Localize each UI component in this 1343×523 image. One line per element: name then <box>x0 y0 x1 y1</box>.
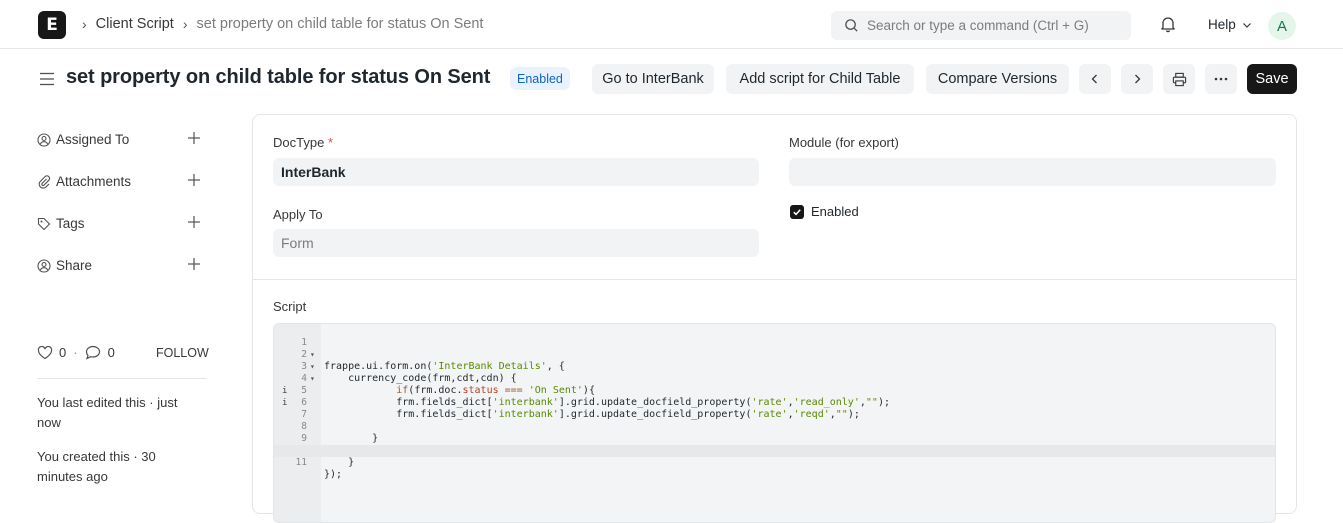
created-text: You created this · 30 minutes ago <box>37 449 156 484</box>
printer-icon <box>1172 72 1186 86</box>
paperclip-icon <box>38 174 51 189</box>
breadcrumb-current[interactable]: set property on child table for status O… <box>197 16 484 32</box>
enabled-label: Enabled <box>811 204 859 219</box>
code-editor[interactable]: 1 2 ▾ frappe.ui.form.on('InterBank Detail… <box>273 323 1276 523</box>
separator-dot: · <box>73 345 78 360</box>
form-card: DocType * InterBank Module (for export) … <box>252 114 1297 523</box>
enabled-checkbox[interactable] <box>790 205 804 219</box>
comment-icon[interactable] <box>85 345 101 360</box>
app-logo[interactable]: E <box>38 11 66 39</box>
chevron-right-icon: › <box>82 16 87 32</box>
sidebar-item-attachments[interactable]: Attachments <box>37 174 207 189</box>
apply-to-label: Apply To <box>273 207 323 222</box>
more-actions-button[interactable] <box>1205 64 1237 94</box>
sidebar-item-assigned-to[interactable]: Assigned To <box>37 132 207 147</box>
code-line: 7 <box>301 409 307 420</box>
previous-doc-button[interactable] <box>1079 64 1111 94</box>
sidebar-item-label: Share <box>56 258 93 273</box>
add-script-child-table-button[interactable]: Add script for Child Table <box>726 64 914 94</box>
chevron-left-icon <box>1091 74 1097 84</box>
sidebar-item-label: Attachments <box>56 174 132 189</box>
assign-icon <box>37 132 51 147</box>
compare-versions-button[interactable]: Compare Versions <box>926 64 1069 94</box>
code-line: 8 } <box>301 421 379 444</box>
help-label: Help <box>1208 17 1236 32</box>
sidebar-toggle-icon[interactable] <box>39 71 55 87</box>
code-line: 10 } <box>296 445 355 468</box>
likes-count: 0 <box>59 345 67 360</box>
page-title: set property on child table for status O… <box>66 66 491 88</box>
doctype-label: DocType * <box>273 135 333 150</box>
code-line: 4 ▾ if(frm.doc.status === 'On Sent'){ <box>301 373 595 396</box>
breadcrumb-client-script[interactable]: Client Script <box>96 16 174 32</box>
avatar[interactable]: A <box>1268 12 1296 40</box>
chevron-right-icon: › <box>182 16 188 32</box>
chevron-right-icon <box>1135 74 1141 84</box>
heart-icon[interactable] <box>37 345 53 360</box>
code-line: 9 <box>301 433 307 444</box>
more-horizontal-icon <box>1214 77 1228 81</box>
plus-icon[interactable] <box>187 131 201 145</box>
search-icon <box>845 19 858 32</box>
plus-icon[interactable] <box>187 173 201 187</box>
module-label: Module (for export) <box>789 135 899 150</box>
comments-count: 0 <box>107 345 115 360</box>
plus-icon[interactable] <box>187 215 201 229</box>
code-line: i5 frm.fields_dict['interbank'].grid.upd… <box>282 385 890 408</box>
follow-button[interactable]: FOLLOW <box>156 346 209 360</box>
chevron-down-icon <box>1242 22 1251 28</box>
likes-comments: 0 · 0 <box>37 345 115 360</box>
sidebar-item-label: Assigned To <box>56 132 130 147</box>
status-badge: Enabled <box>510 67 570 90</box>
next-doc-button[interactable] <box>1121 64 1153 94</box>
breadcrumb: › Client Script › set property on child … <box>80 16 483 32</box>
sidebar-item-share[interactable]: Share <box>37 258 207 273</box>
help-dropdown[interactable]: Help <box>1208 17 1252 32</box>
save-button[interactable]: Save <box>1247 64 1297 94</box>
code-line: 3 ▾ currency_code(frm,cdt,cdn) { <box>301 361 517 384</box>
sidebar-item-tags[interactable]: Tags <box>37 216 207 231</box>
last-edited-text: You last edited this · just now <box>37 395 178 430</box>
code-line: 11 }); <box>274 445 1275 480</box>
code-line: 1 <box>301 337 307 348</box>
tag-icon <box>37 217 51 230</box>
print-button[interactable] <box>1163 64 1195 94</box>
share-icon <box>37 258 51 273</box>
bell-icon[interactable] <box>1159 15 1177 33</box>
script-label: Script <box>273 299 307 314</box>
section-divider <box>253 279 1296 280</box>
search-bar[interactable]: Search or type a command (Ctrl + G) <box>831 11 1131 40</box>
doctype-field[interactable]: InterBank <box>273 158 759 186</box>
plus-icon[interactable] <box>187 257 201 271</box>
module-field[interactable] <box>789 158 1276 186</box>
go-to-interbank-button[interactable]: Go to InterBank <box>592 64 714 94</box>
sidebar-item-label: Tags <box>56 216 85 231</box>
code-line: i6 frm.fields_dict['interbank'].grid.upd… <box>282 397 860 420</box>
sidebar-divider <box>37 378 207 379</box>
apply-to-field[interactable]: Form <box>273 229 759 257</box>
top-navbar: E › Client Script › set property on chil… <box>0 0 1343 49</box>
search-input[interactable]: Search or type a command (Ctrl + G) <box>867 18 1089 33</box>
check-icon <box>793 209 801 216</box>
code-line: 2 ▾ frappe.ui.form.on('InterBank Details'… <box>301 349 565 372</box>
